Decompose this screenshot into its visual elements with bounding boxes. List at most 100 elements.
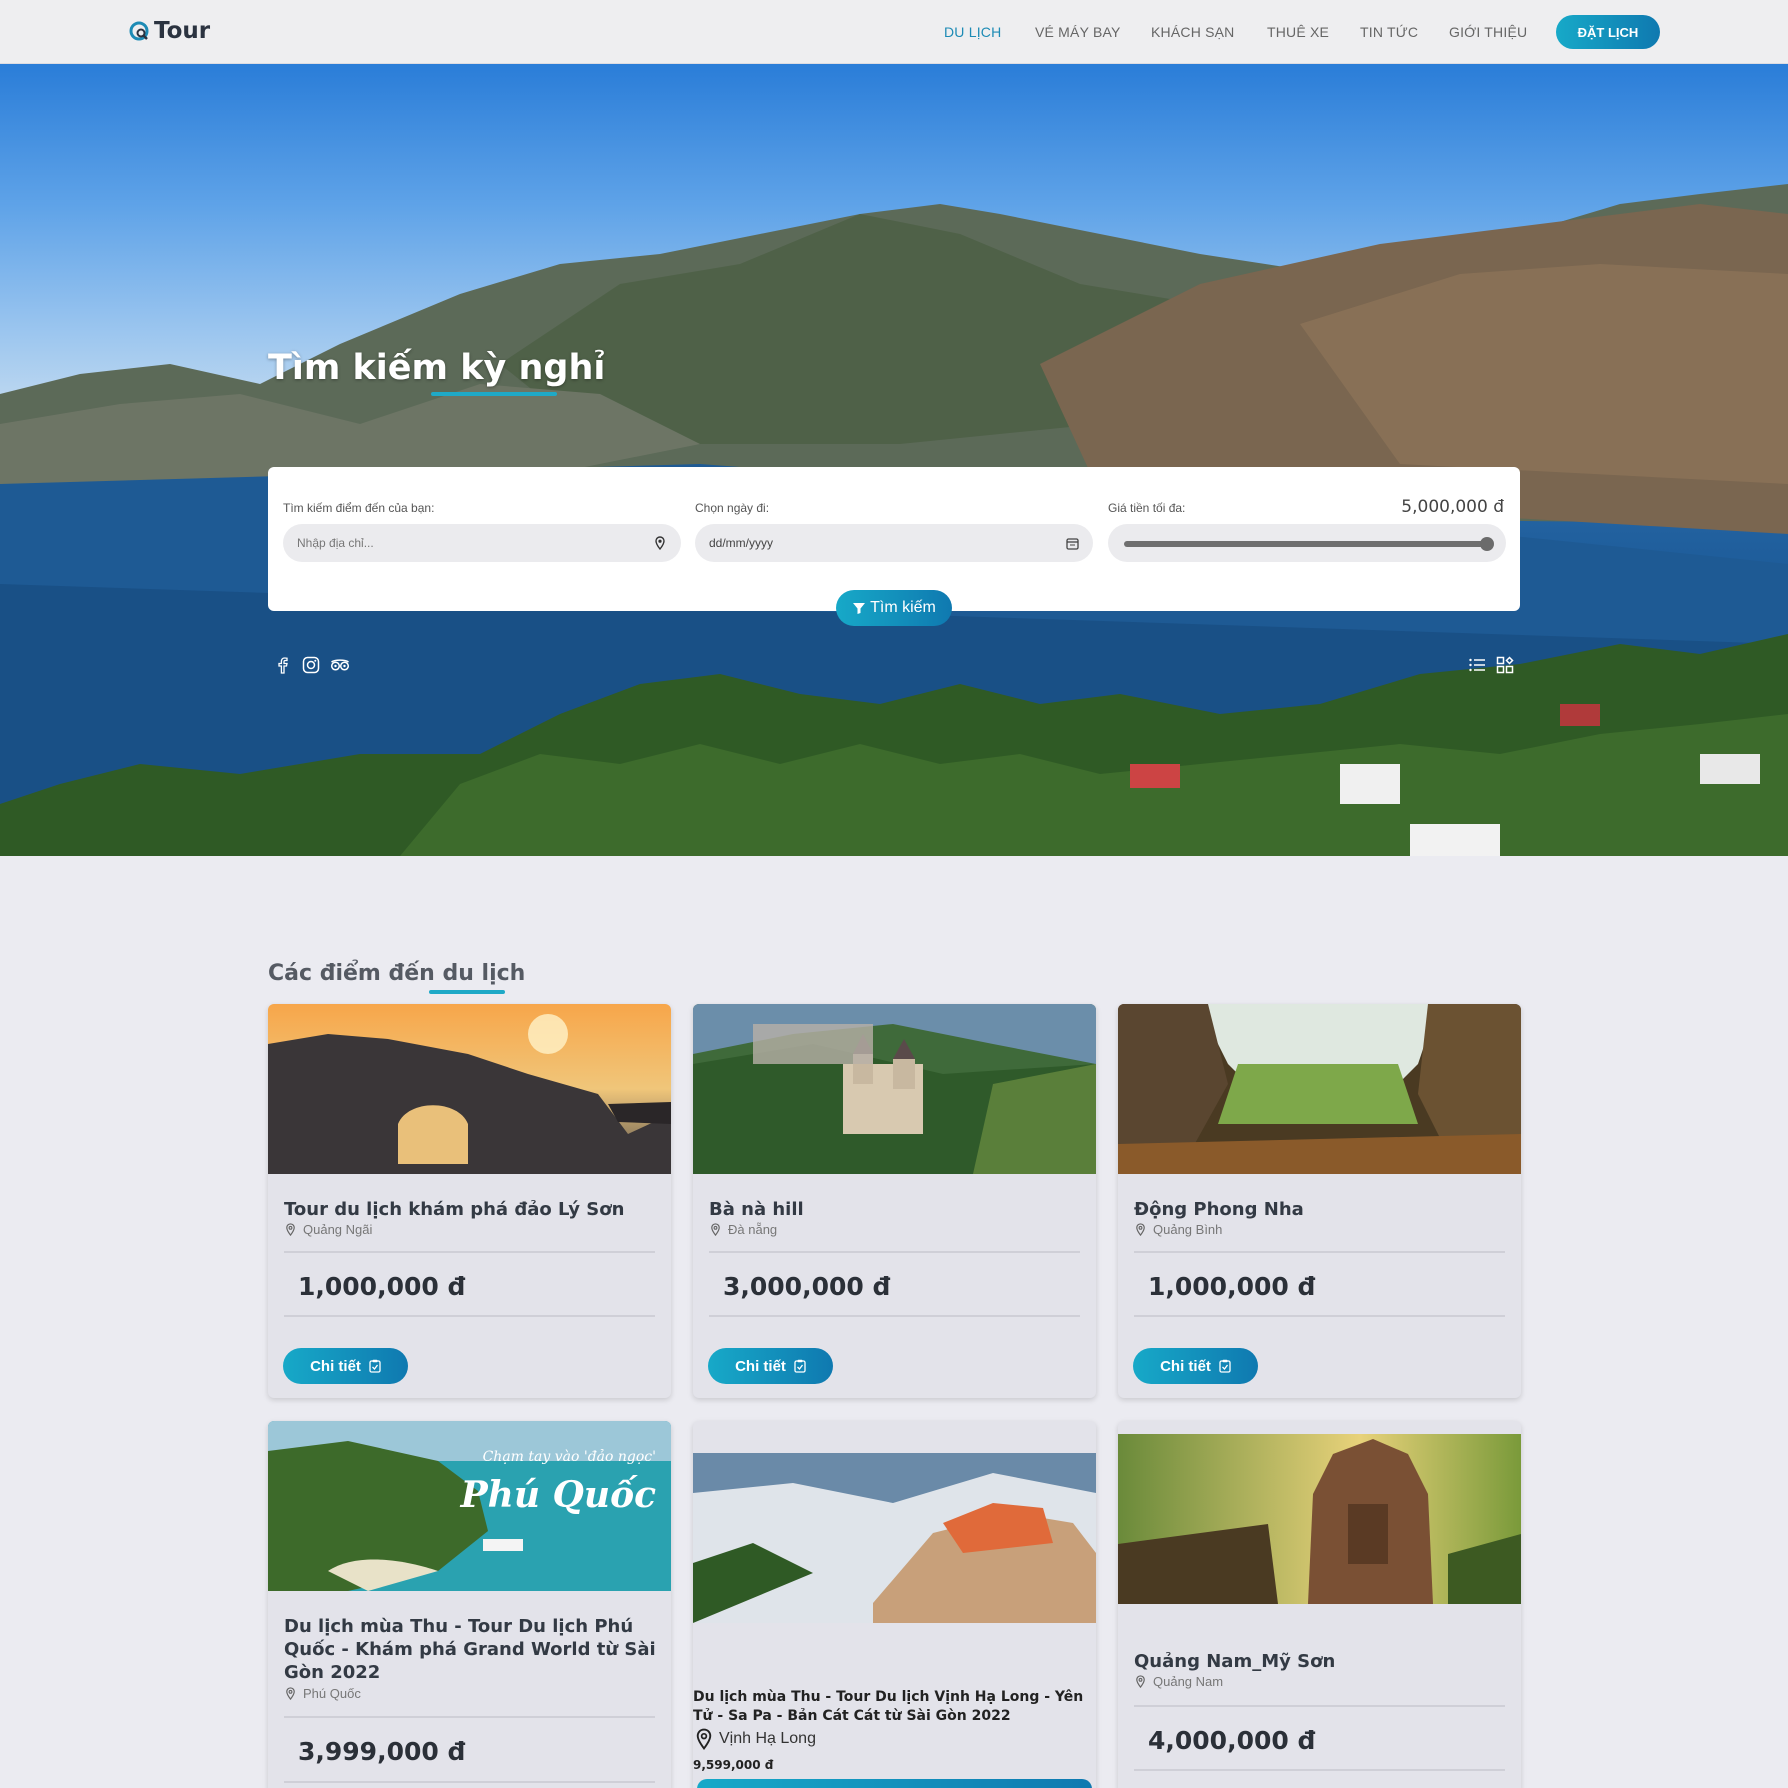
section-title: Các điểm đến du lịch xyxy=(268,961,526,986)
tour-card: Du lịch mùa Thu - Tour Du lịch Vịnh Hạ L… xyxy=(693,1421,1096,1788)
destination-placeholder: Nhập địa chỉ... xyxy=(297,536,374,550)
divider xyxy=(1134,1315,1505,1317)
location-pin-icon xyxy=(286,1687,295,1700)
card-location: Quảng Ngãi xyxy=(284,1222,372,1237)
card-price: 9,599,000 đ xyxy=(693,1758,774,1772)
search-button[interactable]: Tìm kiếm xyxy=(836,590,952,626)
detail-button[interactable] xyxy=(697,1779,1092,1788)
price-slider[interactable] xyxy=(1108,524,1506,562)
tripadvisor-icon[interactable] xyxy=(330,656,350,674)
card-image-ly-son[interactable] xyxy=(268,1004,671,1174)
nav-ve-may-bay[interactable]: VÉ MÁY BAY xyxy=(1035,24,1121,40)
location-pin-icon xyxy=(711,1223,720,1236)
price-label: Giá tiền tối đa: xyxy=(1108,501,1186,515)
card-title[interactable]: Du lịch mùa Thu - Tour Du lịch Phú Quốc … xyxy=(284,1615,656,1684)
location-pin-icon xyxy=(286,1223,295,1236)
tour-card: Động Phong Nha Quảng Bình 1,000,000 đ Ch… xyxy=(1118,1004,1521,1398)
filter-icon xyxy=(853,603,866,614)
tour-card: Quảng Nam_Mỹ Sơn Quảng Nam 4,000,000 đ xyxy=(1118,1421,1521,1788)
card-title[interactable]: Du lịch mùa Thu - Tour Du lịch Vịnh Hạ L… xyxy=(693,1688,1096,1726)
card-title[interactable]: Động Phong Nha xyxy=(1134,1198,1304,1221)
card-price: 4,000,000 đ xyxy=(1148,1726,1316,1755)
card-location: Quảng Nam xyxy=(1134,1674,1223,1689)
date-label: Chọn ngày đi: xyxy=(695,501,770,515)
nav-khach-san[interactable]: KHÁCH SẠN xyxy=(1151,24,1234,40)
clipboard-check-icon xyxy=(794,1359,806,1373)
tour-card: Tour du lịch khám phá đảo Lý Sơn Quảng N… xyxy=(268,1004,671,1398)
detail-button[interactable]: Chi tiết xyxy=(283,1348,408,1384)
book-button[interactable]: ĐẶT LỊCH xyxy=(1556,15,1660,49)
destination-input[interactable]: Nhập địa chỉ... xyxy=(283,524,681,562)
card-image-ba-na-hill[interactable] xyxy=(693,1004,1096,1174)
facebook-icon[interactable] xyxy=(274,656,292,674)
card-price: 1,000,000 đ xyxy=(1148,1272,1316,1301)
detail-button[interactable]: Chi tiết xyxy=(708,1348,833,1384)
card-image-ha-long-sapa[interactable] xyxy=(693,1453,1096,1623)
destination-label: Tìm kiếm điểm đến của bạn: xyxy=(283,501,435,515)
date-input[interactable]: dd/mm/yyyy xyxy=(695,524,1093,562)
card-image-phong-nha[interactable] xyxy=(1118,1004,1521,1174)
card-title[interactable]: Bà nà hill xyxy=(709,1198,804,1221)
divider xyxy=(1134,1705,1505,1707)
clipboard-check-icon xyxy=(369,1359,381,1373)
location-pin-icon xyxy=(1136,1675,1145,1688)
search-button-label: Tìm kiếm xyxy=(870,599,936,616)
brand-name: Tour xyxy=(154,18,211,44)
nav-thue-xe[interactable]: THUÊ XE xyxy=(1267,24,1329,40)
divider xyxy=(284,1716,655,1718)
detail-button-label: Chi tiết xyxy=(310,1357,361,1375)
image-caption-line1: Chạm tay vào 'đảo ngọc' xyxy=(483,1448,656,1465)
social-links xyxy=(274,656,350,674)
card-location-text: Quảng Bình xyxy=(1153,1222,1223,1237)
detail-button-label: Chi tiết xyxy=(735,1357,786,1375)
location-pin-icon xyxy=(696,1728,712,1750)
card-image-phu-quoc[interactable]: Chạm tay vào 'đảo ngọc' Phú Quốc xyxy=(268,1421,671,1591)
image-caption-line2: Phú Quốc xyxy=(460,1474,656,1516)
price-slider-thumb[interactable] xyxy=(1480,537,1494,551)
clipboard-check-icon xyxy=(1219,1359,1231,1373)
card-title[interactable]: Tour du lịch khám phá đảo Lý Sơn xyxy=(284,1198,624,1221)
card-image-my-son[interactable] xyxy=(1118,1434,1521,1604)
hero-banner: Tìm kiếm kỳ nghỉ xyxy=(0,64,1788,856)
divider xyxy=(709,1315,1080,1317)
section-title-underline xyxy=(429,990,505,994)
divider xyxy=(284,1781,655,1783)
calendar-icon[interactable] xyxy=(1066,537,1079,550)
divider xyxy=(284,1251,655,1253)
price-value: 5,000,000 đ xyxy=(1401,497,1504,517)
card-price: 3,000,000 đ xyxy=(723,1272,891,1301)
card-location-text: Phú Quốc xyxy=(303,1686,361,1701)
divider xyxy=(284,1315,655,1317)
view-toggle xyxy=(1468,656,1514,674)
location-pin-icon xyxy=(1136,1223,1145,1236)
instagram-icon[interactable] xyxy=(302,656,320,674)
detail-button-label: Chi tiết xyxy=(1160,1357,1211,1375)
card-title[interactable]: Quảng Nam_Mỹ Sơn xyxy=(1134,1650,1335,1673)
globe-search-icon xyxy=(129,21,149,41)
divider xyxy=(1134,1251,1505,1253)
brand-logo[interactable]: Tour xyxy=(128,18,210,44)
nav-tin-tuc[interactable]: TIN TỨC xyxy=(1360,24,1418,40)
hero-title-underline xyxy=(431,392,557,396)
card-location-text: Đà nẵng xyxy=(728,1222,778,1237)
grid-view-icon[interactable] xyxy=(1496,656,1514,674)
hero-landscape-image xyxy=(0,184,1788,856)
hero-title: Tìm kiếm kỳ nghỉ xyxy=(268,348,606,388)
nav-gioi-thieu[interactable]: GIỚI THIỆU xyxy=(1449,24,1527,40)
tour-card: Chạm tay vào 'đảo ngọc' Phú Quốc Du lịch… xyxy=(268,1421,671,1788)
card-price: 1,000,000 đ xyxy=(298,1272,466,1301)
top-navbar: Tour DU LỊCH VÉ MÁY BAY KHÁCH SẠN THUÊ X… xyxy=(0,0,1788,64)
detail-button[interactable]: Chi tiết xyxy=(1133,1348,1258,1384)
card-location: Phú Quốc xyxy=(284,1686,361,1701)
card-location-text: Quảng Ngãi xyxy=(303,1222,373,1237)
location-pin-icon xyxy=(655,536,665,550)
divider xyxy=(1134,1769,1505,1771)
card-location: Vịnh Hạ Long xyxy=(693,1728,816,1750)
list-view-icon[interactable] xyxy=(1468,656,1486,674)
card-location-text: Vịnh Hạ Long xyxy=(719,1730,816,1747)
nav-du-lich[interactable]: DU LỊCH xyxy=(944,24,1001,40)
price-slider-track xyxy=(1124,541,1488,547)
date-placeholder: dd/mm/yyyy xyxy=(709,536,774,550)
card-location-text: Quảng Nam xyxy=(1153,1674,1224,1689)
tour-card: Bà nà hill Đà nẵng 3,000,000 đ Chi tiết xyxy=(693,1004,1096,1398)
